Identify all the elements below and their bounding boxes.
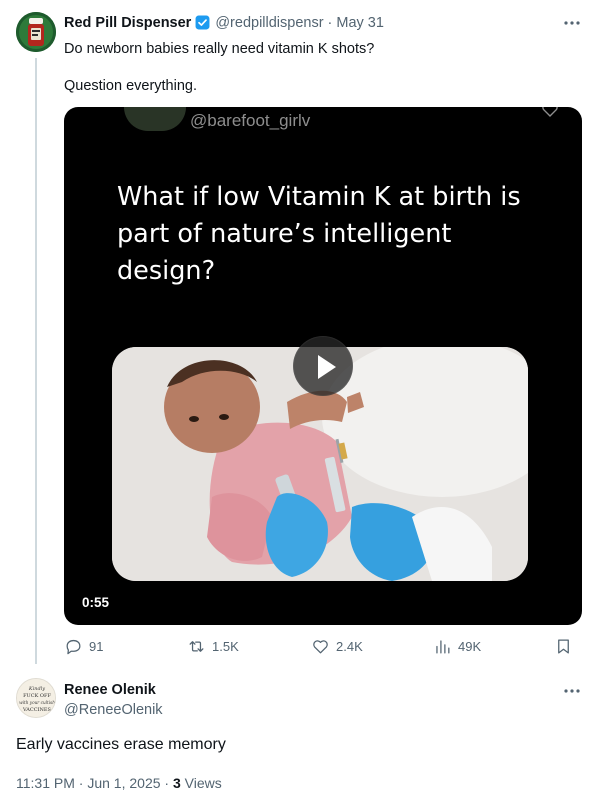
repost-icon bbox=[189, 641, 204, 652]
separator-dot: · bbox=[327, 14, 333, 31]
separator-dot: · bbox=[164, 775, 170, 791]
views-count: 3 bbox=[172, 775, 181, 791]
video-duration: 0:55 bbox=[82, 595, 110, 610]
author-name[interactable]: Red Pill Dispenser bbox=[64, 15, 191, 31]
tweet-meta: 11:31 PM · Jun 1, 2025 · 3 Views bbox=[16, 775, 222, 791]
tweet-text-line1: Do newborn babies really need vitamin K … bbox=[64, 41, 375, 57]
author-handle[interactable]: @redpilldispensr bbox=[215, 15, 323, 31]
svg-text:with your cultish: with your cultish bbox=[19, 700, 55, 705]
tweet-time[interactable]: 11:31 PM bbox=[16, 775, 75, 791]
views-chart-icon bbox=[436, 640, 450, 654]
avatar[interactable] bbox=[16, 12, 56, 52]
more-dots-icon[interactable] bbox=[562, 681, 582, 701]
verified-badge-icon bbox=[195, 15, 210, 30]
watermark-avatar bbox=[124, 107, 186, 131]
play-icon bbox=[318, 355, 336, 379]
video-watermark: @barefoot_girlv bbox=[190, 111, 311, 130]
play-button[interactable] bbox=[293, 336, 353, 396]
tweet-text-line2: Question everything. bbox=[64, 78, 197, 94]
author-name[interactable]: Renee Olenik bbox=[64, 682, 156, 698]
separator-dot: · bbox=[78, 775, 84, 791]
view-count: 49K bbox=[458, 639, 482, 654]
heart-outline-icon bbox=[542, 107, 558, 117]
tweet-header: Red Pill Dispenser @redpilldispensr · Ma… bbox=[64, 14, 384, 31]
like-count: 2.4K bbox=[336, 639, 363, 654]
reply-icon bbox=[66, 639, 81, 655]
video-caption: What if low Vitamin K at birth is part o… bbox=[117, 182, 521, 286]
bookmark-button[interactable] bbox=[554, 637, 579, 656]
text-sign-avatar-icon: Kindly FUCK OFF with your cultish VACCIN… bbox=[17, 679, 55, 717]
tweet-text: Early vaccines erase memory bbox=[16, 736, 226, 753]
tweet-date[interactable]: May 31 bbox=[336, 15, 384, 31]
tweet-date[interactable]: Jun 1, 2025 bbox=[87, 775, 160, 791]
repost-button[interactable]: 1.5K bbox=[187, 637, 239, 656]
reply-button[interactable]: 91 bbox=[64, 637, 103, 656]
avatar[interactable]: Kindly FUCK OFF with your cultish VACCIN… bbox=[16, 678, 56, 718]
repost-count: 1.5K bbox=[212, 639, 239, 654]
thread-line bbox=[35, 58, 37, 664]
heart-icon bbox=[313, 640, 328, 654]
author-handle[interactable]: @ReneeOlenik bbox=[64, 702, 163, 718]
pill-bottle-avatar-icon bbox=[16, 12, 56, 52]
svg-text:Kindly: Kindly bbox=[28, 686, 45, 692]
video-player[interactable]: @barefoot_girlv What if low Vitamin K at… bbox=[64, 107, 582, 625]
views-button[interactable]: 49K bbox=[433, 637, 481, 656]
views-label: Views bbox=[184, 775, 222, 791]
svg-text:FUCK OFF: FUCK OFF bbox=[23, 693, 51, 699]
reply-count: 91 bbox=[89, 639, 104, 654]
like-button[interactable]: 2.4K bbox=[311, 637, 363, 656]
svg-text:VACCINES: VACCINES bbox=[22, 707, 52, 713]
more-dots-icon[interactable] bbox=[562, 13, 582, 33]
bookmark-icon bbox=[558, 639, 569, 654]
